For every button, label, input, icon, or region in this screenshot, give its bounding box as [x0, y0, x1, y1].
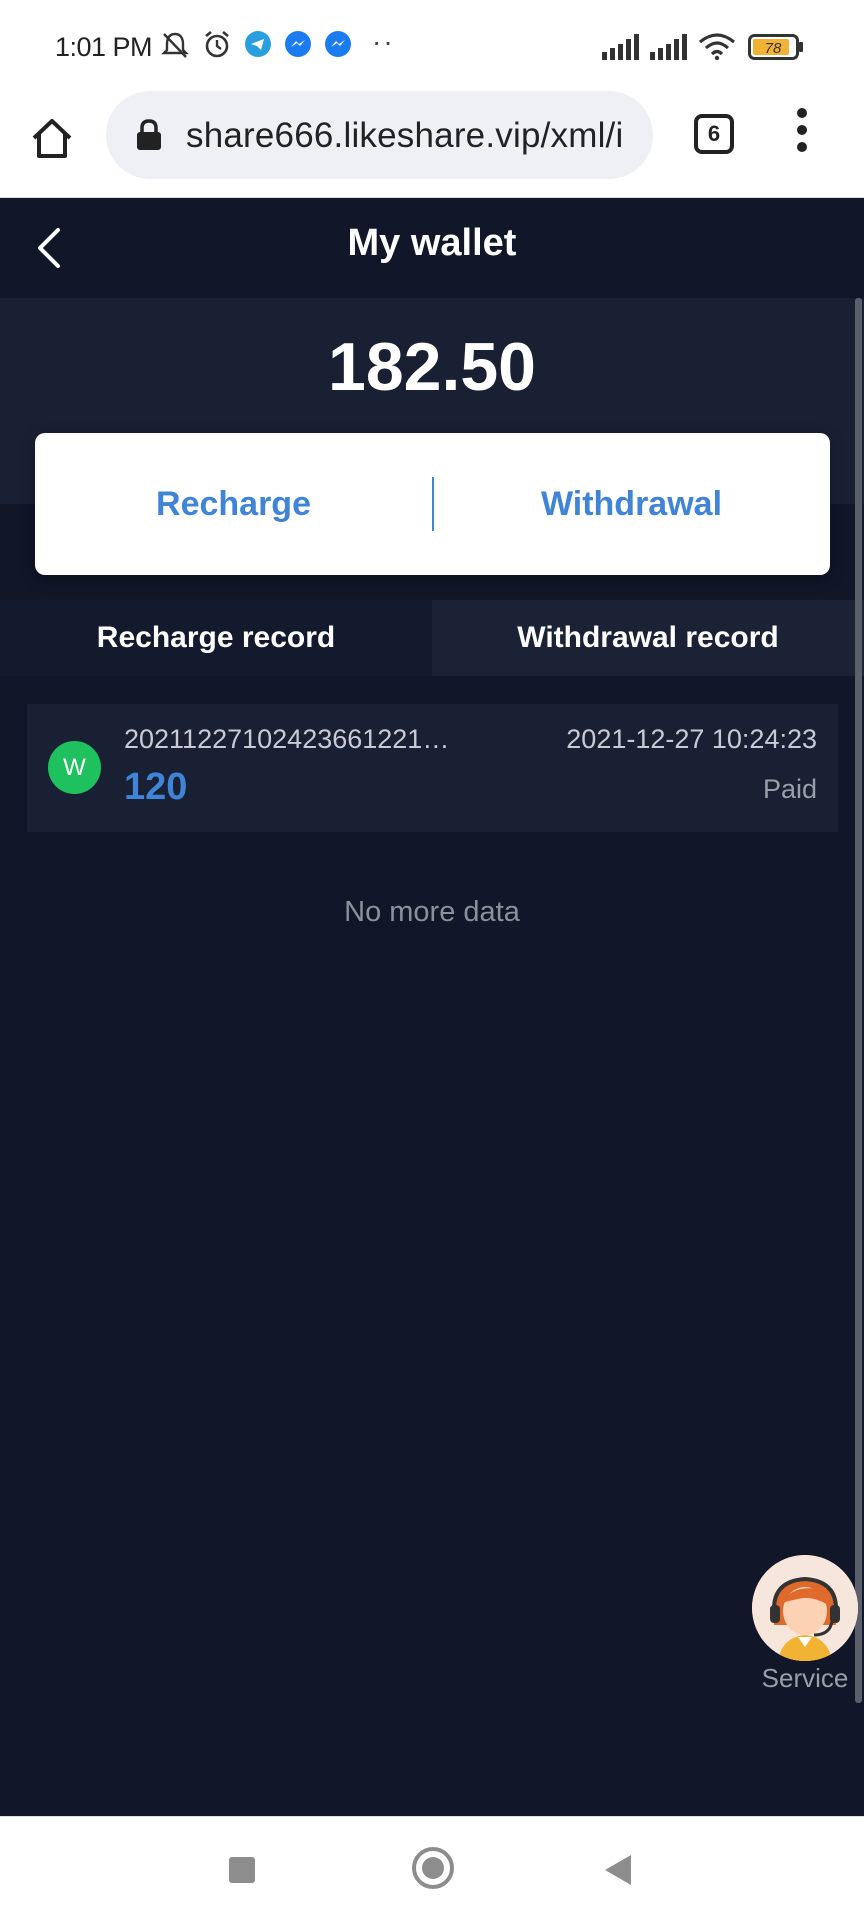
menu-dots-icon[interactable] — [790, 108, 814, 160]
home-circle-icon[interactable] — [412, 1847, 454, 1889]
more-notifications-icon: ·· — [372, 26, 395, 57]
url-text[interactable]: share666.likeshare.vip/xml/i — [186, 116, 641, 156]
record-status: Paid — [762, 774, 817, 804]
browser-toolbar: share666.likeshare.vip/xml/i 6 — [0, 88, 864, 198]
recent-apps-icon[interactable] — [229, 1857, 255, 1883]
withdrawal-button[interactable]: Withdrawal — [433, 433, 830, 575]
scrollbar[interactable] — [855, 298, 862, 1703]
wallet-balance: 182.50 — [328, 329, 536, 405]
battery-icon: 78 — [748, 34, 803, 60]
tab-withdrawal-record[interactable]: Withdrawal record — [432, 600, 864, 676]
support-agent-icon — [752, 1555, 858, 1661]
messenger-icon — [285, 31, 311, 57]
list-item[interactable]: W 20211227102423661221… 120 2021-12-27 1… — [27, 704, 838, 832]
back-triangle-icon[interactable] — [605, 1855, 631, 1885]
list-footer: No more data — [344, 896, 520, 928]
system-nav-bar — [0, 1816, 864, 1920]
telegram-icon — [245, 31, 271, 57]
page-title: My wallet — [347, 222, 517, 264]
service-button[interactable]: Service — [750, 1553, 860, 1693]
service-label: Service — [761, 1663, 849, 1693]
record-tabs: Recharge record Withdrawal record — [0, 600, 864, 676]
address-bar[interactable]: share666.likeshare.vip/xml/i — [106, 91, 653, 179]
record-avatar: W — [48, 741, 101, 794]
record-datetime: 2021-12-27 10:24:23 — [566, 724, 817, 754]
battery-level: 78 — [765, 40, 782, 57]
recharge-button[interactable]: Recharge — [35, 433, 432, 575]
app-header: My wallet — [0, 198, 864, 298]
wifi-icon — [698, 33, 736, 60]
tab-recharge-record[interactable]: Recharge record — [0, 600, 432, 676]
status-time: 1:01 PM — [55, 32, 153, 62]
tabs-icon[interactable]: 6 — [694, 114, 734, 154]
signal-icon — [602, 34, 639, 60]
wallet-actions: Recharge Withdrawal — [35, 433, 830, 575]
record-amount: 120 — [124, 766, 188, 808]
home-icon[interactable] — [28, 114, 76, 162]
signal-icon — [650, 34, 687, 60]
alarm-icon — [205, 30, 229, 58]
messenger-icon — [325, 31, 351, 57]
status-bar: 1:01 PM ·· 78 — [0, 0, 864, 88]
record-id: 20211227102423661221… — [124, 724, 450, 754]
lock-icon — [137, 119, 161, 150]
mute-bell-icon — [161, 32, 189, 58]
